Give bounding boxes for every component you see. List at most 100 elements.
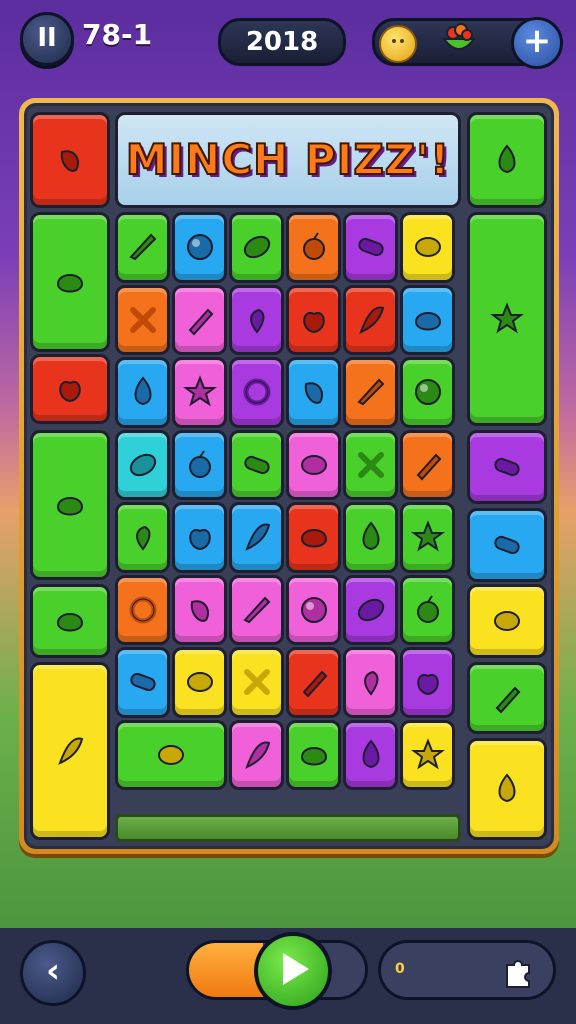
side-tile[interactable]	[30, 212, 110, 352]
drop-icon	[498, 773, 516, 803]
side-tile[interactable]	[467, 430, 547, 504]
board-tile[interactable]	[400, 212, 455, 283]
board-tile[interactable]	[172, 502, 227, 573]
carrot-icon	[242, 596, 270, 623]
pepper-icon	[60, 150, 80, 172]
board-tile[interactable]	[343, 212, 398, 283]
board-tile[interactable]	[286, 647, 341, 718]
play-button[interactable]	[254, 932, 332, 1010]
lemon-icon	[158, 744, 184, 765]
pause-button[interactable]: II	[20, 12, 74, 66]
side-tile[interactable]	[467, 662, 547, 734]
star-icon	[490, 302, 524, 334]
puzzle-piece-icon	[506, 960, 530, 988]
board-tile[interactable]	[400, 719, 455, 790]
side-tile[interactable]	[30, 584, 110, 658]
board-tile[interactable]	[172, 284, 227, 355]
blob-icon	[56, 497, 84, 516]
board-tile[interactable]	[172, 647, 227, 718]
pencil-icon	[188, 308, 213, 336]
board-tile[interactable]	[115, 357, 170, 428]
star-icon	[182, 375, 217, 407]
board-tile[interactable]	[229, 502, 284, 573]
board-tile[interactable]	[400, 502, 455, 573]
board-tile[interactable]	[343, 502, 398, 573]
board-tile[interactable]	[343, 357, 398, 428]
board-tile[interactable]	[400, 357, 455, 428]
board-tile[interactable]	[286, 429, 341, 500]
berry-icon	[416, 595, 439, 623]
board-tile[interactable]	[229, 647, 284, 718]
info-count: 0	[395, 961, 405, 977]
lemon-icon	[300, 454, 327, 475]
cross-icon	[129, 306, 156, 333]
board-tile[interactable]	[286, 284, 341, 355]
berry-icon	[302, 232, 325, 261]
side-tile[interactable]	[467, 508, 547, 582]
board-tile[interactable]	[172, 357, 227, 428]
bean-icon	[129, 673, 156, 692]
board-tile[interactable]	[343, 574, 398, 645]
board-tile[interactable]	[343, 719, 398, 790]
board-tile[interactable]	[115, 429, 170, 500]
board-tile[interactable]	[400, 284, 455, 355]
ring-icon	[243, 378, 270, 406]
apple-icon	[59, 380, 81, 403]
board-tile[interactable]	[115, 502, 170, 573]
lemon-icon	[186, 672, 213, 693]
board-tile[interactable]	[400, 574, 455, 645]
board-tile[interactable]	[286, 357, 341, 428]
board-tile[interactable]	[229, 574, 284, 645]
lemon-icon	[494, 611, 520, 631]
side-tile[interactable]	[467, 738, 547, 840]
coin-icon	[379, 25, 417, 63]
apple-icon	[302, 311, 325, 333]
title-banner: MINCH PIZZ'!	[115, 112, 461, 208]
board-tile-wide[interactable]	[115, 719, 227, 790]
board-tile[interactable]	[400, 647, 455, 718]
board-tile[interactable]	[286, 212, 341, 283]
play-progress-fill	[189, 943, 263, 997]
side-tile[interactable]	[467, 212, 547, 426]
carrot-icon	[128, 233, 156, 261]
feather-icon	[358, 306, 384, 334]
add-resource-button[interactable]: +	[511, 17, 563, 69]
orb-icon	[414, 379, 441, 406]
side-tile[interactable]	[467, 112, 547, 208]
side-tile[interactable]	[467, 584, 547, 658]
bean-icon	[494, 457, 520, 477]
feather-icon	[244, 741, 270, 769]
drop-icon	[498, 144, 516, 174]
bean-icon	[494, 535, 520, 555]
board-tile[interactable]	[343, 647, 398, 718]
board-tile[interactable]	[172, 574, 227, 645]
board-tile[interactable]	[115, 284, 170, 355]
board-tile[interactable]	[229, 357, 284, 428]
board-tile[interactable]	[400, 429, 455, 500]
board-tile[interactable]	[229, 429, 284, 500]
board-tile[interactable]	[229, 719, 284, 790]
cross-icon	[357, 451, 384, 478]
side-tile[interactable]	[30, 430, 110, 580]
top-hud: II 78-1 2018 +	[0, 0, 576, 80]
board-tile[interactable]	[343, 429, 398, 500]
side-tile[interactable]	[30, 662, 110, 840]
side-tile[interactable]	[30, 112, 110, 208]
board-tile[interactable]	[115, 574, 170, 645]
bottom-bar: ‹ 0	[0, 928, 576, 1024]
board-tile[interactable]	[286, 502, 341, 573]
board-tile[interactable]	[115, 647, 170, 718]
board-tile[interactable]	[286, 719, 341, 790]
board-tile[interactable]	[286, 574, 341, 645]
feather-icon	[244, 523, 270, 552]
back-button[interactable]: ‹	[20, 940, 86, 1006]
side-tile[interactable]	[30, 354, 110, 424]
board-tile[interactable]	[172, 429, 227, 500]
pepper-icon	[190, 599, 209, 622]
board-tile[interactable]	[229, 212, 284, 283]
puzzle-info-pill[interactable]: 0	[378, 940, 556, 1000]
board-tile[interactable]	[115, 212, 170, 283]
board-tile[interactable]	[172, 212, 227, 283]
board-tile[interactable]	[229, 284, 284, 355]
board-tile[interactable]	[343, 284, 398, 355]
